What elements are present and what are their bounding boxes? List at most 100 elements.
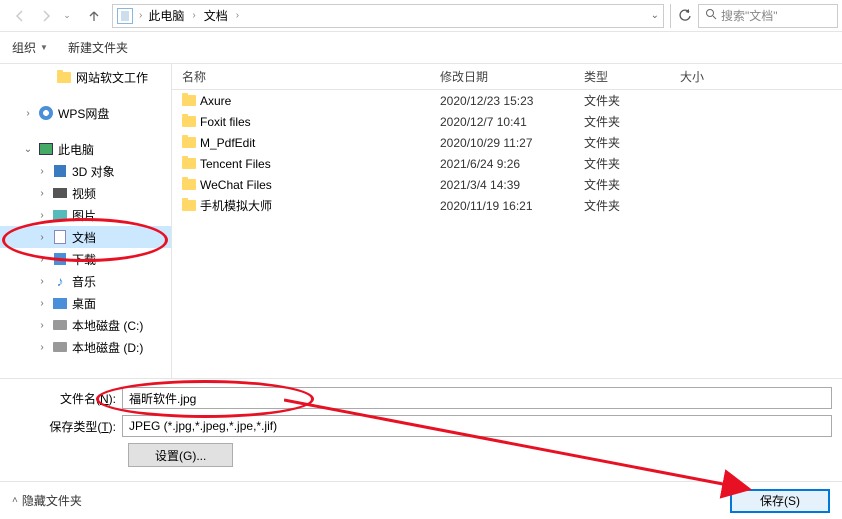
sidebar-item-本地磁盘 (C:)[interactable]: › 本地磁盘 (C:) [0,314,171,336]
col-type[interactable]: 类型 [584,68,680,85]
expand-icon[interactable]: ⌄ [22,144,34,155]
tree-label: 音乐 [72,273,96,290]
expand-icon[interactable]: › [36,188,48,199]
address-right: ⌄ [651,10,659,21]
file-date: 2020/12/23 15:23 [440,94,584,108]
back-button[interactable] [8,4,32,28]
folder-icon [182,158,200,169]
search-icon [705,8,717,23]
col-size[interactable]: 大小 [680,68,740,85]
file-row[interactable]: Foxit files2020/12/7 10:41文件夹 [172,111,842,132]
footer: ˄ 隐藏文件夹 保存(S) [0,481,842,519]
file-row[interactable]: 手机模拟大师2020/11/19 16:21文件夹 [172,195,842,216]
tree-label: 本地磁盘 (C:) [72,317,143,334]
tree-label: 桌面 [72,295,96,312]
expand-icon[interactable]: › [36,210,48,221]
dropdown-icon: ▼ [40,43,48,52]
up-button[interactable] [82,4,106,28]
sidebar-tree: 网站软文工作›WPS网盘⌄此电脑›3D 对象›视频›图片›文档›下载›♪音乐›桌… [0,64,172,378]
sidebar-item-图片[interactable]: › 图片 [0,204,171,226]
filetype-row: 保存类型(T): [10,415,832,437]
tree-label: 文档 [72,229,96,246]
save-form: 文件名(N): 保存类型(T): 设置(G)... [0,378,842,473]
file-name: 手机模拟大师 [200,197,440,214]
file-row[interactable]: Axure2020/12/23 15:23文件夹 [172,90,842,111]
tree-label: 此电脑 [58,141,94,158]
address-dropdown-icon[interactable]: ⌄ [651,10,659,21]
navigation-bar: ⌄ › 此电脑 › 文档 › ⌄ 搜索"文档" [0,0,842,32]
sidebar-item-此电脑[interactable]: ⌄ 此电脑 [0,138,171,160]
settings-button[interactable]: 设置(G)... [128,443,233,467]
hide-folders-label: 隐藏文件夹 [22,492,82,509]
tree-label: 下载 [72,251,96,268]
chevron-right-icon: › [190,10,197,21]
folder-icon [182,179,200,190]
sidebar-item-视频[interactable]: ›视频 [0,182,171,204]
history-dropdown-icon[interactable]: ⌄ [60,4,74,28]
expand-icon[interactable]: › [36,320,48,331]
folder-icon [56,69,72,85]
main-area: 网站软文工作›WPS网盘⌄此电脑›3D 对象›视频›图片›文档›下载›♪音乐›桌… [0,64,842,378]
sidebar-item-本地磁盘 (D:)[interactable]: ›本地磁盘 (D:) [0,336,171,358]
col-date[interactable]: 修改日期 [440,68,584,85]
sidebar-item-文档[interactable]: › 文档 [0,226,171,248]
file-row[interactable]: Tencent Files2021/6/24 9:26文件夹 [172,153,842,174]
refresh-button[interactable] [670,4,698,28]
disk-icon [52,339,68,355]
file-date: 2020/10/29 11:27 [440,136,584,150]
filetype-label: 保存类型(T): [10,418,122,435]
filename-row: 文件名(N): [10,387,832,409]
pic-icon [52,207,68,223]
crumb-docs[interactable]: 文档 [200,5,232,26]
expand-icon[interactable]: › [36,342,48,353]
file-date: 2020/12/7 10:41 [440,115,584,129]
nav-arrows: ⌄ [4,4,78,28]
expand-icon[interactable]: › [36,232,48,243]
expand-icon[interactable]: › [36,254,48,265]
chevron-right-icon: › [234,10,241,21]
file-name: Tencent Files [200,157,440,171]
file-name: M_PdfEdit [200,136,440,150]
file-type: 文件夹 [584,92,680,109]
expand-icon[interactable]: › [36,166,48,177]
location-icon [117,8,133,24]
save-button[interactable]: 保存(S) [730,489,830,513]
file-row[interactable]: WeChat Files2021/3/4 14:39文件夹 [172,174,842,195]
caret-up-icon: ˄ [12,495,18,506]
sidebar-item-3D 对象[interactable]: › 3D 对象 [0,160,171,182]
expand-icon[interactable]: › [22,108,34,119]
new-folder-button[interactable]: 新建文件夹 [68,39,128,56]
file-type: 文件夹 [584,176,680,193]
sidebar-item-网站软文工作[interactable]: 网站软文工作 [0,66,171,88]
sidebar-item-桌面[interactable]: › 桌面 [0,292,171,314]
toolbar: 组织 ▼ 新建文件夹 [0,32,842,64]
sidebar-item-下载[interactable]: › 下载 [0,248,171,270]
filename-input[interactable] [122,387,832,409]
settings-row: 设置(G)... [10,443,832,467]
search-input[interactable]: 搜索"文档" [698,4,838,28]
filetype-select[interactable] [122,415,832,437]
organize-menu[interactable]: 组织 ▼ [12,39,48,56]
file-name: Foxit files [200,115,440,129]
tree-label: 3D 对象 [72,163,115,180]
tree-label: 图片 [72,207,96,224]
pc-icon [38,141,54,157]
address-bar[interactable]: › 此电脑 › 文档 › ⌄ [112,4,664,28]
forward-button[interactable] [34,4,58,28]
sidebar-item-WPS网盘[interactable]: › WPS网盘 [0,102,171,124]
save-label: 保存(S) [760,494,800,508]
tree-label: WPS网盘 [58,105,109,122]
col-name[interactable]: 名称 [182,68,440,85]
file-date: 2021/3/4 14:39 [440,178,584,192]
crumb-pc[interactable]: 此电脑 [144,5,188,26]
file-row[interactable]: M_PdfEdit2020/10/29 11:27文件夹 [172,132,842,153]
hide-folders-link[interactable]: ˄ 隐藏文件夹 [12,492,82,509]
file-name: Axure [200,94,440,108]
disk-icon [52,317,68,333]
expand-icon[interactable]: › [36,298,48,309]
folder-icon [182,200,200,211]
download-icon [52,251,68,267]
expand-icon[interactable]: › [36,276,48,287]
file-type: 文件夹 [584,134,680,151]
sidebar-item-音乐[interactable]: ›♪音乐 [0,270,171,292]
